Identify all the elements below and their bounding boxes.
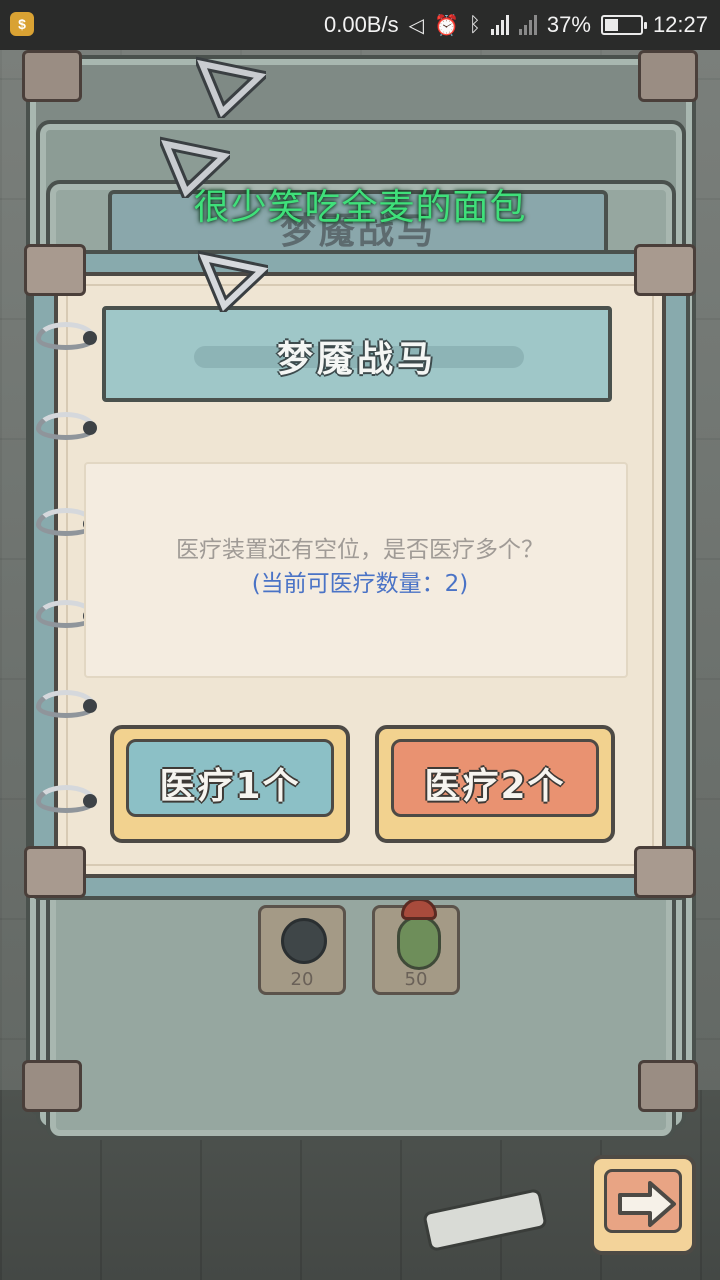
next-button[interactable] [590, 1155, 696, 1255]
dialog-title: 梦魇战马 [276, 339, 437, 380]
mute-icon: ◁ [408, 14, 424, 37]
heal-two-button[interactable]: 医疗2个 [375, 725, 615, 843]
mushroom-cap-icon [401, 898, 437, 920]
clock: 12:27 [652, 12, 708, 37]
battery-icon [600, 15, 647, 35]
slot-count: 20 [290, 969, 314, 990]
floating-caption: 很少笑吃全麦的面包 [193, 187, 527, 228]
heal-one-button[interactable]: 医疗1个 [110, 725, 350, 843]
status-indicators: 0.00B/s ◁ ⏰ ᛒ 37% 12:27 [324, 0, 708, 50]
binder-ring-icon [36, 322, 97, 350]
dialog-sub-message: (当前可医疗数量：2) [251, 571, 469, 597]
binder-ring-icon [36, 412, 97, 440]
metal-corner [24, 846, 86, 898]
triangle-clip-icon [198, 250, 268, 312]
metal-corner [634, 846, 696, 898]
right-arrow-icon [618, 1181, 676, 1227]
signal-4g-icon [490, 15, 509, 35]
metal-corner [638, 50, 698, 102]
signal-unknown-icon [518, 15, 537, 35]
status-bar: $ 0.00B/s ◁ ⏰ ᛒ 37% 12:27 [0, 0, 720, 50]
potion-icon [397, 916, 441, 970]
inventory-slot: 50 [372, 898, 460, 995]
inventory-slot: 20 [258, 905, 346, 995]
binder-ring-icon [36, 690, 97, 718]
metal-corner [22, 50, 82, 102]
heal-two-label: 医疗2个 [424, 766, 566, 807]
net-speed: 0.00B/s [323, 12, 399, 37]
metal-corner [24, 244, 86, 296]
alarm-icon: ⏰ [433, 14, 459, 37]
bluetooth-vibrate-icon: ᛒ [468, 13, 481, 36]
metal-corner [634, 244, 696, 296]
metal-corner [22, 1060, 82, 1112]
app-badge-icon: $ [10, 12, 34, 36]
battery-percent: 37% [546, 12, 591, 37]
dialog-message: 医疗装置还有空位，是否医疗多个？ [176, 537, 544, 563]
metal-corner [638, 1060, 698, 1112]
slot-count: 50 [404, 969, 428, 990]
heal-one-label: 医疗1个 [159, 766, 301, 807]
heal-dialog: 梦魇战马 医疗装置还有空位，是否医疗多个？ (当前可医疗数量：2) 医疗1个 医… [24, 244, 696, 900]
binder-ring-icon [36, 785, 97, 813]
triangle-clip-icon [196, 56, 266, 118]
shadow-blob-icon [281, 918, 327, 964]
